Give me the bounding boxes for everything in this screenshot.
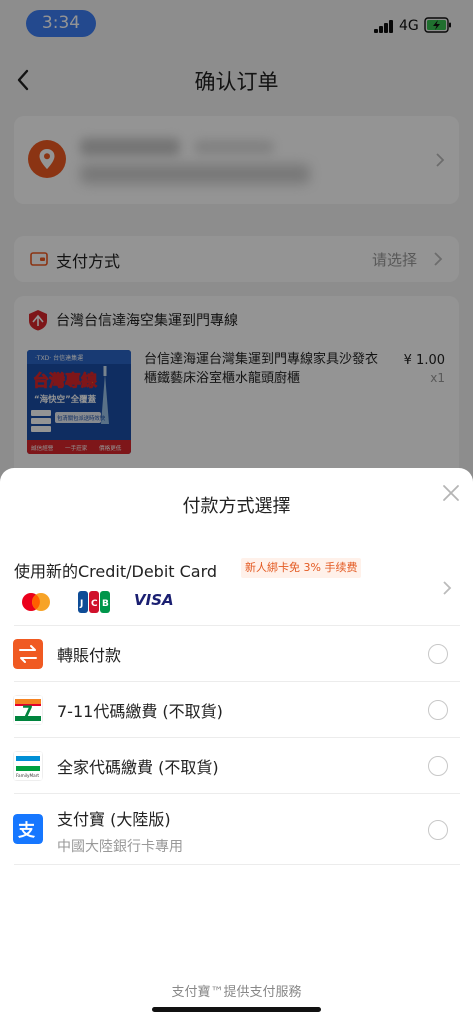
home-indicator <box>152 1007 321 1012</box>
svg-text:7: 7 <box>22 702 33 721</box>
svg-text:J: J <box>79 599 83 609</box>
method-row-7-11[interactable]: 7 7-11代碼繳費 (不取貨) <box>0 682 473 738</box>
method-label: 支付寶 (大陸版) <box>57 810 171 829</box>
method-row-alipay[interactable]: 支 支付寶 (大陸版) 中國大陸銀行卡專用 <box>0 794 473 864</box>
footer-provider-text: 支付寶™提供支付服務 <box>171 985 302 1000</box>
jcb-icon: J C B <box>78 591 110 613</box>
visa-icon: VISA <box>134 591 174 609</box>
svg-text:C: C <box>91 599 98 609</box>
radio-button[interactable] <box>428 820 448 840</box>
transfer-icon <box>13 639 43 669</box>
svg-text:B: B <box>102 599 109 609</box>
sheet-title: 付款方式選擇 <box>182 496 291 517</box>
new-card-title: 使用新的Credit/Debit Card <box>14 562 218 581</box>
radio-button[interactable] <box>428 700 448 720</box>
promo-badge: 新人綁卡免 3% 手续费 <box>241 558 362 578</box>
alipay-icon: 支 <box>13 814 43 844</box>
seven-eleven-icon: 7 <box>13 695 43 725</box>
chevron-right-icon <box>443 581 452 595</box>
familymart-icon-text: FamilyMart <box>16 773 39 778</box>
mastercard-icon <box>22 593 50 611</box>
divider <box>14 864 460 865</box>
method-sublabel: 中國大陸銀行卡專用 <box>57 839 183 855</box>
svg-text:支: 支 <box>18 820 36 841</box>
method-label: 7-11代碼繳費 (不取貨) <box>57 702 223 721</box>
payment-method-sheet: 付款方式選擇 使用新的Credit/Debit Card 新人綁卡免 3% 手续… <box>0 468 473 1024</box>
method-label: 全家代碼繳費 (不取貨) <box>57 758 219 777</box>
radio-button[interactable] <box>428 644 448 664</box>
method-row-transfer[interactable]: 轉賬付款 <box>0 626 473 682</box>
familymart-icon: FamilyMart <box>13 751 43 781</box>
method-row-familymart[interactable]: FamilyMart 全家代碼繳費 (不取貨) <box>0 738 473 794</box>
method-label: 轉賬付款 <box>57 646 122 665</box>
close-icon[interactable] <box>440 482 462 504</box>
new-card-option[interactable]: 使用新的Credit/Debit Card 新人綁卡免 3% 手续费 J C B… <box>0 548 473 626</box>
radio-button[interactable] <box>428 756 448 776</box>
